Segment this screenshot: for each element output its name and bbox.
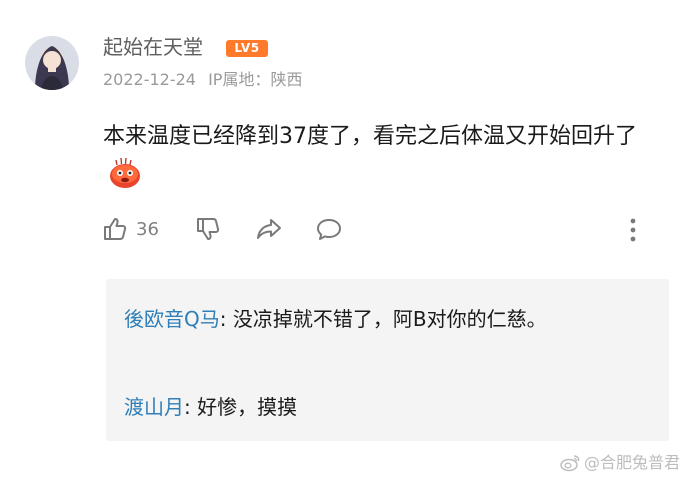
- weibo-icon: [560, 455, 580, 472]
- replies-box[interactable]: 後欧音Q马: 没凉掉就不错了，阿B对你的仁慈。 渡山月: 好惨，摸摸: [106, 279, 669, 441]
- more-options-button[interactable]: [624, 215, 642, 245]
- comment-text: 本来温度已经降到37度了，看完之后体温又开始回升了: [103, 117, 663, 195]
- comment-bubble-icon: [317, 219, 341, 240]
- reply-text: 没凉掉就不错了，阿B对你的仁慈。: [232, 307, 547, 331]
- level-badge: LV5: [226, 40, 268, 57]
- watermark-text: @合肥兔普君: [583, 453, 680, 472]
- share-icon: [257, 219, 281, 239]
- comment-date: 2022-12-24: [103, 70, 196, 89]
- ip-location: IP属地：陕西: [208, 70, 303, 89]
- share-button[interactable]: [255, 214, 283, 244]
- reply-username[interactable]: 渡山月: [124, 395, 184, 419]
- hot-face-emoji: [107, 156, 143, 190]
- reply-item[interactable]: 渡山月: 好惨，摸摸: [124, 389, 644, 425]
- more-vertical-icon: [630, 218, 636, 242]
- comment-body: 本来温度已经降到37度了，看完之后体温又开始回升了: [103, 124, 637, 149]
- reply-item[interactable]: 後欧音Q马: 没凉掉就不错了，阿B对你的仁慈。: [124, 301, 644, 337]
- reply-username[interactable]: 後欧音Q马: [124, 307, 220, 331]
- username[interactable]: 起始在天堂: [103, 34, 203, 60]
- comment-card: 起始在天堂 LV5 2022-12-24 IP属地：陕西 本来温度已经降到37度…: [0, 0, 690, 482]
- thumbs-down-icon: [197, 218, 220, 240]
- dislike-button[interactable]: [195, 214, 221, 244]
- like-count: 36: [136, 218, 159, 240]
- reply-separator: :: [219, 307, 233, 331]
- watermark: @合肥兔普君: [560, 452, 680, 474]
- reply-separator: :: [184, 395, 198, 419]
- thumbs-up-icon: [104, 218, 127, 240]
- comment-meta: 2022-12-24 IP属地：陕西: [103, 69, 309, 91]
- reply-button[interactable]: [315, 214, 343, 244]
- avatar[interactable]: [25, 36, 79, 90]
- reply-text: 好惨，摸摸: [197, 395, 298, 419]
- like-button[interactable]: 36: [102, 214, 159, 244]
